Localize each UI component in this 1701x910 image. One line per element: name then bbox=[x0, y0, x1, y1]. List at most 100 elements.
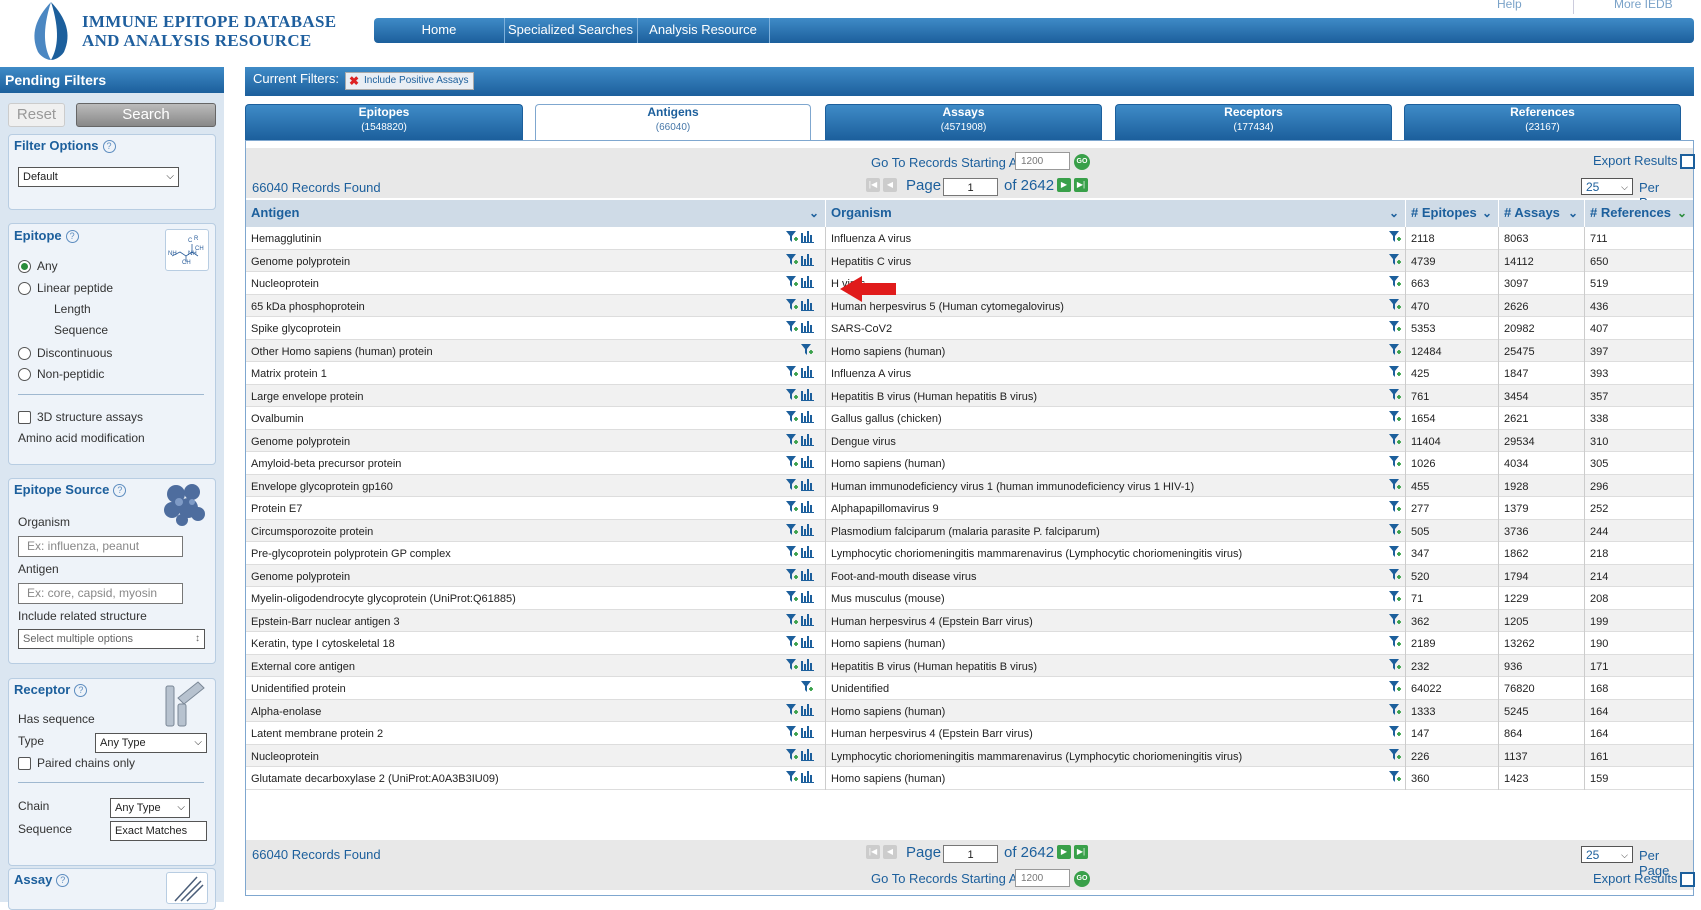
organism-cell[interactable]: Homo sapiens (human) bbox=[826, 632, 1406, 655]
add-filter-icon[interactable] bbox=[1389, 726, 1401, 738]
assays-count-cell[interactable]: 1862 bbox=[1499, 542, 1585, 565]
last-page-icon[interactable]: ▶| bbox=[1074, 178, 1088, 192]
bar-chart-icon[interactable] bbox=[801, 276, 814, 288]
add-filter-icon[interactable] bbox=[801, 681, 813, 693]
col-assays[interactable]: # Assays ⌄ bbox=[1499, 200, 1585, 227]
organism-cell[interactable]: Human herpesvirus 4 (Epstein Barr virus) bbox=[826, 722, 1406, 745]
assays-count-cell[interactable]: 5245 bbox=[1499, 699, 1585, 722]
add-filter-icon[interactable] bbox=[786, 501, 798, 513]
tab-references[interactable]: References (23167) bbox=[1404, 104, 1681, 140]
antigen-cell[interactable]: Latent membrane protein 2 bbox=[246, 722, 826, 745]
antigen-cell[interactable]: Genome polyprotein bbox=[246, 249, 826, 272]
epitopes-count-cell[interactable]: 226 bbox=[1406, 744, 1499, 767]
antigen-cell[interactable]: Genome polyprotein bbox=[246, 564, 826, 587]
add-filter-icon[interactable] bbox=[786, 298, 798, 311]
organism-cell[interactable]: Homo sapiens (human) bbox=[826, 699, 1406, 722]
bar-chart-icon[interactable] bbox=[801, 748, 814, 761]
bar-chart-icon[interactable] bbox=[801, 658, 814, 671]
epitopes-count-cell[interactable]: 470 bbox=[1406, 294, 1499, 317]
antigen-cell[interactable]: Alpha-enolase bbox=[246, 699, 826, 722]
organism-cell[interactable]: Alphapapillomavirus 9 bbox=[826, 497, 1406, 520]
receptor-type-select[interactable]: Any Type ⌵ bbox=[95, 733, 207, 753]
add-filter-icon[interactable] bbox=[1389, 231, 1401, 243]
add-filter-icon[interactable] bbox=[1389, 681, 1401, 693]
references-count-cell[interactable]: 310 bbox=[1585, 430, 1693, 453]
assays-count-cell[interactable]: 1928 bbox=[1499, 474, 1585, 497]
epitopes-count-cell[interactable]: 520 bbox=[1406, 564, 1499, 587]
bar-chart-icon[interactable] bbox=[801, 321, 814, 333]
bar-chart-icon[interactable] bbox=[801, 433, 814, 446]
tab-receptors[interactable]: Receptors (177434) bbox=[1115, 104, 1392, 140]
search-button[interactable]: Search bbox=[76, 103, 216, 127]
epitopes-count-cell[interactable]: 362 bbox=[1406, 609, 1499, 632]
antigen-cell[interactable]: Nucleoprotein bbox=[246, 744, 826, 767]
antigen-cell[interactable]: Pre-glycoprotein polyprotein GP complex bbox=[246, 542, 826, 565]
epitopes-count-cell[interactable]: 12484 bbox=[1406, 339, 1499, 362]
tab-antigens[interactable]: Antigens (66040) bbox=[535, 104, 811, 141]
bar-chart-icon[interactable] bbox=[801, 591, 814, 603]
chevron-down-icon[interactable]: ⌄ bbox=[1568, 200, 1578, 226]
go-button[interactable]: GO bbox=[1074, 154, 1090, 170]
organism-input[interactable]: Ex: influenza, peanut bbox=[18, 536, 183, 557]
nav-analysis-resource[interactable]: Analysis Resource bbox=[637, 18, 770, 43]
chevron-down-icon[interactable]: ⌄ bbox=[809, 200, 819, 226]
bar-chart-icon[interactable] bbox=[801, 366, 814, 378]
linear-peptide-radio[interactable] bbox=[18, 282, 31, 295]
add-filter-icon[interactable] bbox=[1389, 546, 1401, 558]
add-filter-icon[interactable] bbox=[786, 411, 798, 423]
external-link-icon[interactable] bbox=[1680, 872, 1695, 887]
epitopes-count-cell[interactable]: 277 bbox=[1406, 497, 1499, 520]
antigen-cell[interactable]: Epstein-Barr nuclear antigen 3 bbox=[246, 609, 826, 632]
go-button[interactable]: GO bbox=[1074, 871, 1090, 887]
add-filter-icon[interactable] bbox=[786, 591, 798, 603]
organism-cell[interactable]: Lymphocytic choriomeningitis mammarenavi… bbox=[826, 542, 1406, 565]
prev-page-icon[interactable]: ◀ bbox=[883, 178, 897, 192]
antigen-cell[interactable]: Nucleoprotein bbox=[246, 272, 826, 295]
organism-cell[interactable]: Human herpesvirus 4 (Epstein Barr virus) bbox=[826, 609, 1406, 632]
epitopes-count-cell[interactable]: 2118 bbox=[1406, 227, 1499, 250]
next-page-icon[interactable]: ▶ bbox=[1057, 845, 1071, 859]
add-filter-icon[interactable] bbox=[786, 433, 798, 446]
antigen-cell[interactable]: Other Homo sapiens (human) protein bbox=[246, 339, 826, 362]
help-icon[interactable]: ? bbox=[102, 140, 116, 154]
assays-count-cell[interactable]: 864 bbox=[1499, 722, 1585, 745]
add-filter-icon[interactable] bbox=[1389, 658, 1401, 671]
add-filter-icon[interactable] bbox=[1389, 253, 1401, 266]
add-filter-icon[interactable] bbox=[786, 276, 798, 288]
bar-chart-icon[interactable] bbox=[801, 613, 814, 626]
references-count-cell[interactable]: 407 bbox=[1585, 317, 1693, 340]
page-input[interactable]: 1 bbox=[943, 178, 998, 196]
references-count-cell[interactable]: 159 bbox=[1585, 767, 1693, 790]
assays-count-cell[interactable]: 14112 bbox=[1499, 249, 1585, 272]
page-input[interactable]: 1 bbox=[943, 845, 998, 863]
add-filter-icon[interactable] bbox=[1389, 366, 1401, 378]
add-filter-icon[interactable] bbox=[1389, 298, 1401, 311]
add-filter-icon[interactable] bbox=[1389, 388, 1401, 401]
col-references[interactable]: # References ⌄ bbox=[1585, 200, 1693, 227]
antigen-cell[interactable]: Keratin, type I cytoskeletal 18 bbox=[246, 632, 826, 655]
add-filter-icon[interactable] bbox=[786, 636, 798, 648]
references-count-cell[interactable]: 208 bbox=[1585, 587, 1693, 610]
add-filter-icon[interactable] bbox=[786, 253, 798, 266]
add-filter-icon[interactable] bbox=[786, 523, 798, 536]
organism-cell[interactable]: SARS-CoV2 bbox=[826, 317, 1406, 340]
add-filter-icon[interactable] bbox=[786, 771, 798, 783]
epitopes-count-cell[interactable]: 71 bbox=[1406, 587, 1499, 610]
help-link[interactable]: Help bbox=[1497, 0, 1522, 11]
antigen-cell[interactable]: Myelin-oligodendrocyte glycoprotein (Uni… bbox=[246, 587, 826, 610]
bar-chart-icon[interactable] bbox=[801, 568, 814, 581]
epitopes-count-cell[interactable]: 4739 bbox=[1406, 249, 1499, 272]
reset-button[interactable]: Reset bbox=[8, 103, 65, 127]
antigen-cell[interactable]: Circumsporozoite protein bbox=[246, 519, 826, 542]
help-icon[interactable]: ? bbox=[74, 684, 88, 698]
goto-input[interactable]: 1200 bbox=[1015, 152, 1070, 170]
bar-chart-icon[interactable] bbox=[801, 231, 814, 243]
add-filter-icon[interactable] bbox=[786, 321, 798, 333]
assays-count-cell[interactable]: 3097 bbox=[1499, 272, 1585, 295]
bar-chart-icon[interactable] bbox=[801, 546, 814, 558]
remove-filter-icon[interactable]: ✖ bbox=[349, 73, 359, 89]
antigen-cell[interactable]: External core antigen bbox=[246, 654, 826, 677]
add-filter-icon[interactable] bbox=[1389, 748, 1401, 761]
organism-cell[interactable]: Dengue virus bbox=[826, 429, 1406, 452]
paired-chains-checkbox[interactable] bbox=[18, 757, 31, 770]
